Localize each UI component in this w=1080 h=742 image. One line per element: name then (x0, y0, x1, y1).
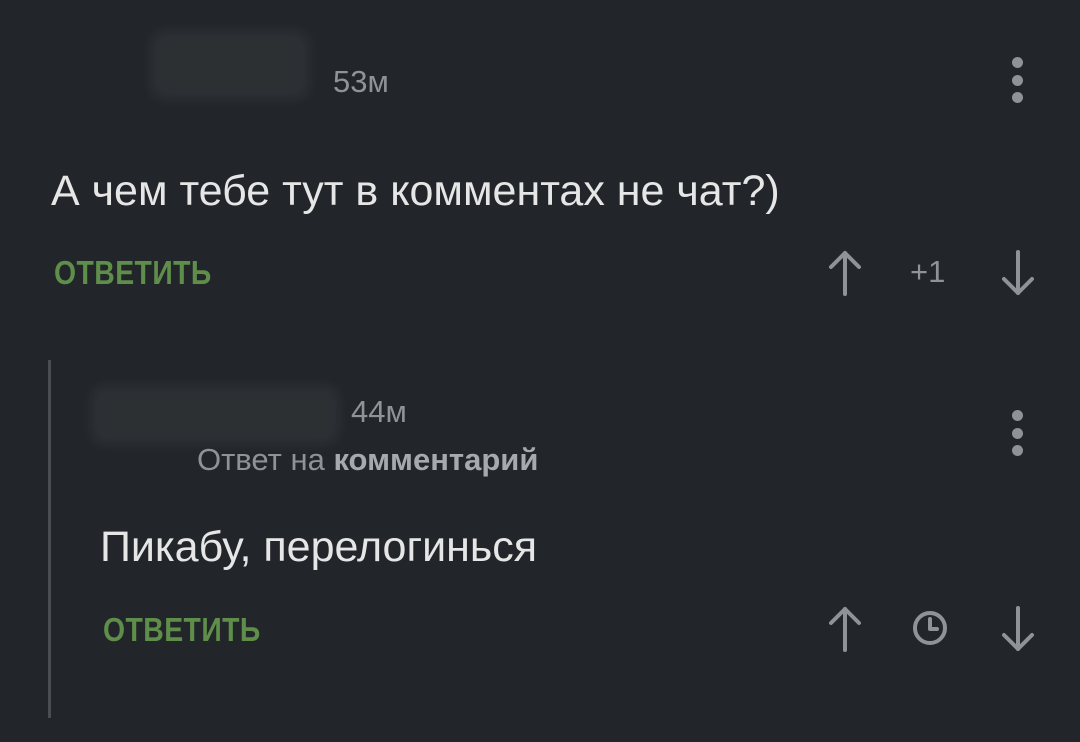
comment-1-text: А чем тебе тут в комментах не чат?) (51, 167, 780, 215)
comment-1: 53м А чем тебе тут в комментах не чат?) … (0, 0, 1080, 330)
comment-2-downvote-icon[interactable] (998, 604, 1038, 654)
comment-1-upvote-icon[interactable] (825, 248, 865, 298)
comment-2-clock-icon (910, 608, 950, 648)
comment-1-downvote-icon[interactable] (998, 248, 1038, 298)
comment-2-author-blurred (90, 385, 340, 445)
comment-1-author-blurred (150, 30, 310, 100)
comment-2-reply-note: Ответ на комментарий (197, 444, 538, 475)
comment-1-reply-button[interactable]: ОТВЕТИТЬ (54, 256, 212, 289)
comment-1-menu-icon[interactable] (1009, 57, 1025, 103)
reply-target-link[interactable]: комментарий (333, 442, 538, 477)
comment-1-timestamp: 53м (333, 64, 389, 99)
comment-1-score: +1 (910, 254, 946, 289)
comment-2: 44м Ответ на комментарий Пикабу, перелог… (0, 340, 1080, 742)
comment-2-menu-icon[interactable] (1009, 410, 1025, 456)
comment-2-reply-button[interactable]: ОТВЕТИТЬ (103, 613, 261, 646)
comment-2-timestamp: 44м (351, 394, 407, 429)
comment-2-upvote-icon[interactable] (825, 604, 865, 654)
comment-2-text: Пикабу, перелогинься (100, 523, 538, 571)
reply-prefix: Ответ на (197, 442, 325, 477)
